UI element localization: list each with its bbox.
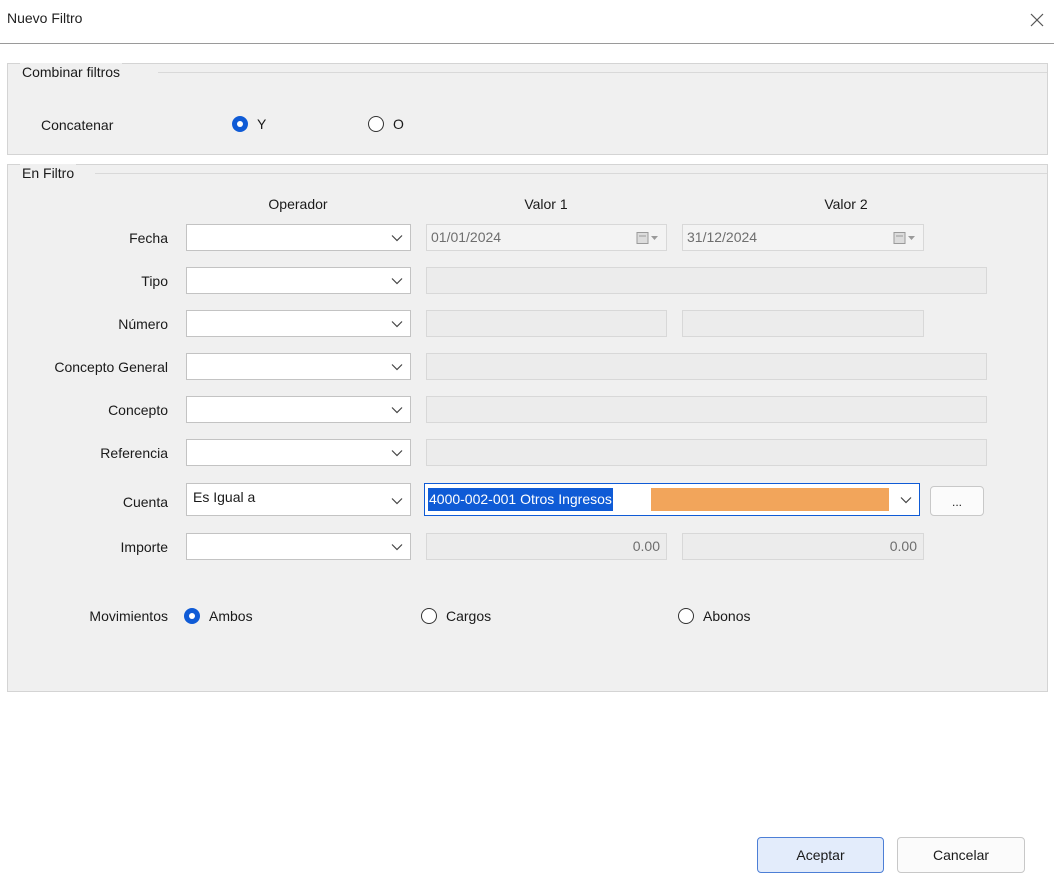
accept-button[interactable]: Aceptar bbox=[757, 837, 884, 873]
tipo-operator-select[interactable] bbox=[186, 267, 411, 294]
close-button[interactable] bbox=[1026, 9, 1048, 31]
cuenta-valor1-value: 4000-002-001 Otros Ingresos bbox=[428, 488, 613, 511]
radio-o-indicator bbox=[368, 116, 384, 132]
chevron-down-icon bbox=[391, 278, 403, 285]
tipo-label: Tipo bbox=[141, 273, 168, 289]
concatenar-label: Concatenar bbox=[41, 117, 114, 133]
header-valor1: Valor 1 bbox=[524, 196, 568, 212]
fecha-valor1-datepicker[interactable]: 01/01/2024 bbox=[426, 224, 667, 251]
chevron-down-icon bbox=[391, 235, 403, 242]
chevron-down-icon bbox=[391, 450, 403, 457]
cancel-button[interactable]: Cancelar bbox=[897, 837, 1025, 873]
referencia-valor1-field[interactable] bbox=[426, 439, 987, 466]
fecha-operator-select[interactable] bbox=[186, 224, 411, 251]
radio-abonos-label: Abonos bbox=[703, 608, 751, 624]
numero-valor1-field[interactable] bbox=[426, 310, 667, 337]
combinar-filtros-legend: Combinar filtros bbox=[20, 63, 123, 81]
chevron-down-icon bbox=[900, 497, 912, 504]
chevron-down-icon bbox=[391, 321, 403, 328]
cuenta-label: Cuenta bbox=[122, 494, 168, 510]
cuenta-operator-select[interactable]: Es Igual a bbox=[186, 483, 411, 516]
radio-ambos-indicator bbox=[184, 608, 200, 624]
concepto-label: Concepto bbox=[108, 402, 168, 418]
tipo-valor1-field[interactable] bbox=[426, 267, 987, 294]
chevron-down-icon bbox=[391, 407, 403, 414]
group-divider bbox=[95, 173, 1047, 174]
title-bar: Nuevo Filtro bbox=[0, 0, 1054, 44]
calendar-dropdown-icon bbox=[636, 232, 658, 244]
radio-y-indicator bbox=[232, 116, 248, 132]
cuenta-valor1-select[interactable]: 4000-002-001 Otros Ingresos bbox=[424, 483, 920, 516]
importe-valor1-field[interactable]: 0.00 bbox=[426, 533, 667, 560]
fecha-valor2-value: 31/12/2024 bbox=[687, 229, 758, 245]
radio-cargos[interactable]: Cargos bbox=[421, 608, 491, 624]
radio-abonos-indicator bbox=[678, 608, 694, 624]
group-divider bbox=[158, 72, 1047, 73]
cuenta-browse-button[interactable]: ... bbox=[930, 486, 984, 516]
referencia-label: Referencia bbox=[100, 445, 168, 461]
fecha-label: Fecha bbox=[129, 230, 168, 246]
radio-y[interactable]: Y bbox=[232, 116, 266, 132]
importe-label: Importe bbox=[120, 539, 168, 555]
concepto-general-valor1-field[interactable] bbox=[426, 353, 987, 380]
importe-valor1-value: 0.00 bbox=[632, 538, 660, 554]
referencia-operator-select[interactable] bbox=[186, 439, 411, 466]
cuenta-operator-value: Es Igual a bbox=[193, 489, 256, 505]
importe-valor2-value: 0.00 bbox=[889, 538, 917, 554]
concepto-operator-select[interactable] bbox=[186, 396, 411, 423]
chevron-down-icon bbox=[391, 544, 403, 551]
numero-label: Número bbox=[118, 316, 168, 332]
chevron-down-icon bbox=[391, 498, 403, 505]
en-filtro-legend: En Filtro bbox=[20, 164, 77, 182]
radio-cargos-label: Cargos bbox=[446, 608, 492, 624]
numero-operator-select[interactable] bbox=[186, 310, 411, 337]
radio-abonos[interactable]: Abonos bbox=[678, 608, 750, 624]
radio-cargos-indicator bbox=[421, 608, 437, 624]
numero-valor2-field[interactable] bbox=[682, 310, 924, 337]
radio-o-label: O bbox=[393, 116, 404, 132]
radio-ambos[interactable]: Ambos bbox=[184, 608, 253, 624]
calendar-dropdown-icon bbox=[893, 232, 915, 244]
fecha-valor1-value: 01/01/2024 bbox=[431, 229, 502, 245]
header-operador: Operador bbox=[268, 196, 328, 212]
fecha-valor2-datepicker[interactable]: 31/12/2024 bbox=[682, 224, 924, 251]
window-title: Nuevo Filtro bbox=[7, 10, 83, 26]
importe-operator-select[interactable] bbox=[186, 533, 411, 560]
close-icon bbox=[1030, 13, 1044, 27]
radio-y-label: Y bbox=[257, 116, 267, 132]
radio-o[interactable]: O bbox=[368, 116, 404, 132]
concepto-valor1-field[interactable] bbox=[426, 396, 987, 423]
movimientos-label: Movimientos bbox=[89, 608, 168, 624]
chevron-down-icon bbox=[391, 364, 403, 371]
combinar-filtros-group: Combinar filtros Concatenar Y O bbox=[7, 63, 1048, 155]
concepto-general-label: Concepto General bbox=[54, 359, 168, 375]
radio-ambos-label: Ambos bbox=[209, 608, 253, 624]
cuenta-highlight bbox=[651, 488, 889, 511]
header-valor2: Valor 2 bbox=[824, 196, 868, 212]
importe-valor2-field[interactable]: 0.00 bbox=[682, 533, 924, 560]
concepto-general-operator-select[interactable] bbox=[186, 353, 411, 380]
